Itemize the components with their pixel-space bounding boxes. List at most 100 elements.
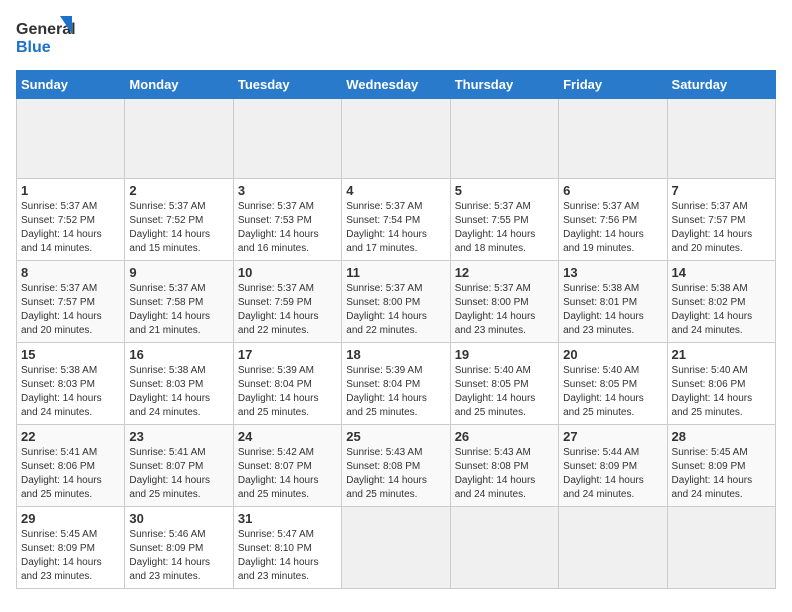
day-info: Sunrise: 5:42 AMSunset: 8:07 PMDaylight:… [238, 446, 337, 502]
calendar-cell: 10Sunrise: 5:37 AMSunset: 7:59 PMDayligh… [233, 261, 341, 343]
calendar-cell: 19Sunrise: 5:40 AMSunset: 8:05 PMDayligh… [450, 343, 558, 425]
day-number: 9 [129, 265, 228, 280]
day-info: Sunrise: 5:37 AMSunset: 7:55 PMDaylight:… [455, 200, 554, 256]
day-number: 5 [455, 183, 554, 198]
day-number: 27 [563, 429, 662, 444]
calendar-cell: 17 Sunrise: 5:39 AMSunset: 8:04 PMDayligh… [233, 343, 341, 425]
week-row-4: 15 Sunrise: 5:38 AMSunset: 8:03 PMDayligh… [17, 343, 776, 425]
day-info: Sunrise: 5:37 AMSunset: 8:00 PMDaylight:… [346, 282, 445, 338]
calendar-cell [559, 99, 667, 179]
day-number: 26 [455, 429, 554, 444]
day-info: Sunrise: 5:37 AMSunset: 7:57 PMDaylight:… [672, 200, 771, 256]
day-info: Sunrise: 5:37 AMSunset: 7:56 PMDaylight:… [563, 200, 662, 256]
day-info: Sunrise: 5:40 AMSunset: 8:05 PMDaylight:… [455, 364, 554, 420]
calendar-cell [233, 99, 341, 179]
day-info: Sunrise: 5:45 AMSunset: 8:09 PMDaylight:… [21, 528, 120, 584]
day-info: Sunrise: 5:43 AMSunset: 8:08 PMDaylight:… [455, 446, 554, 502]
day-info: Sunrise: 5:40 AMSunset: 8:05 PMDaylight:… [563, 364, 662, 420]
logo: GeneralBlue [16, 16, 76, 60]
calendar-cell: 12Sunrise: 5:37 AMSunset: 8:00 PMDayligh… [450, 261, 558, 343]
day-number: 22 [21, 429, 120, 444]
calendar-header: SundayMondayTuesdayWednesdayThursdayFrid… [17, 71, 776, 99]
day-info: Sunrise: 5:38 AMSunset: 8:03 PMDaylight:… [129, 364, 228, 420]
calendar-cell: 7 Sunrise: 5:37 AMSunset: 7:57 PMDaylight… [667, 179, 775, 261]
calendar-cell: 29 Sunrise: 5:45 AMSunset: 8:09 PMDayligh… [17, 507, 125, 589]
logo-svg: GeneralBlue [16, 16, 76, 60]
day-header-monday: Monday [125, 71, 233, 99]
day-number: 6 [563, 183, 662, 198]
day-info: Sunrise: 5:37 AMSunset: 7:59 PMDaylight:… [238, 282, 337, 338]
day-info: Sunrise: 5:40 AMSunset: 8:06 PMDaylight:… [672, 364, 771, 420]
day-info: Sunrise: 5:37 AMSunset: 7:58 PMDaylight:… [129, 282, 228, 338]
day-info: Sunrise: 5:43 AMSunset: 8:08 PMDaylight:… [346, 446, 445, 502]
calendar-cell: 18 Sunrise: 5:39 AMSunset: 8:04 PMDayligh… [342, 343, 450, 425]
calendar-cell: 31 Sunrise: 5:47 AMSunset: 8:10 PMDayligh… [233, 507, 341, 589]
day-number: 15 [21, 347, 120, 362]
day-number: 7 [672, 183, 771, 198]
calendar-cell: 3 Sunrise: 5:37 AMSunset: 7:53 PMDaylight… [233, 179, 341, 261]
day-number: 17 [238, 347, 337, 362]
calendar-cell: 15 Sunrise: 5:38 AMSunset: 8:03 PMDayligh… [17, 343, 125, 425]
calendar-cell [450, 507, 558, 589]
calendar-cell [17, 99, 125, 179]
calendar-cell: 6 Sunrise: 5:37 AMSunset: 7:56 PMDaylight… [559, 179, 667, 261]
calendar-cell: 1 Sunrise: 5:37 AMSunset: 7:52 PMDaylight… [17, 179, 125, 261]
day-number: 1 [21, 183, 120, 198]
calendar-cell: 4 Sunrise: 5:37 AMSunset: 7:54 PMDaylight… [342, 179, 450, 261]
svg-text:Blue: Blue [16, 39, 51, 56]
day-header-thursday: Thursday [450, 71, 558, 99]
day-number: 28 [672, 429, 771, 444]
day-info: Sunrise: 5:39 AMSunset: 8:04 PMDaylight:… [238, 364, 337, 420]
calendar-cell: 2 Sunrise: 5:37 AMSunset: 7:52 PMDaylight… [125, 179, 233, 261]
day-info: Sunrise: 5:37 AMSunset: 7:53 PMDaylight:… [238, 200, 337, 256]
calendar-cell: 26 Sunrise: 5:43 AMSunset: 8:08 PMDayligh… [450, 425, 558, 507]
day-number: 3 [238, 183, 337, 198]
day-info: Sunrise: 5:38 AMSunset: 8:02 PMDaylight:… [672, 282, 771, 338]
day-info: Sunrise: 5:38 AMSunset: 8:03 PMDaylight:… [21, 364, 120, 420]
calendar-cell: 25 Sunrise: 5:43 AMSunset: 8:08 PMDayligh… [342, 425, 450, 507]
day-header-sunday: Sunday [17, 71, 125, 99]
calendar-cell: 30Sunrise: 5:46 AMSunset: 8:09 PMDayligh… [125, 507, 233, 589]
calendar-cell: 21Sunrise: 5:40 AMSunset: 8:06 PMDayligh… [667, 343, 775, 425]
day-info: Sunrise: 5:37 AMSunset: 7:54 PMDaylight:… [346, 200, 445, 256]
day-header-wednesday: Wednesday [342, 71, 450, 99]
week-row-1 [17, 99, 776, 179]
day-number: 18 [346, 347, 445, 362]
day-number: 31 [238, 511, 337, 526]
day-number: 23 [129, 429, 228, 444]
day-info: Sunrise: 5:45 AMSunset: 8:09 PMDaylight:… [672, 446, 771, 502]
calendar-cell [125, 99, 233, 179]
calendar-cell: 5 Sunrise: 5:37 AMSunset: 7:55 PMDaylight… [450, 179, 558, 261]
day-info: Sunrise: 5:41 AMSunset: 8:06 PMDaylight:… [21, 446, 120, 502]
calendar-cell: 23 Sunrise: 5:41 AMSunset: 8:07 PMDayligh… [125, 425, 233, 507]
day-number: 24 [238, 429, 337, 444]
calendar-cell [342, 507, 450, 589]
day-header-friday: Friday [559, 71, 667, 99]
calendar-cell: 20Sunrise: 5:40 AMSunset: 8:05 PMDayligh… [559, 343, 667, 425]
day-number: 13 [563, 265, 662, 280]
day-info: Sunrise: 5:37 AMSunset: 7:52 PMDaylight:… [21, 200, 120, 256]
calendar-cell: 9 Sunrise: 5:37 AMSunset: 7:58 PMDaylight… [125, 261, 233, 343]
days-of-week-row: SundayMondayTuesdayWednesdayThursdayFrid… [17, 71, 776, 99]
day-number: 8 [21, 265, 120, 280]
calendar-cell: 13Sunrise: 5:38 AMSunset: 8:01 PMDayligh… [559, 261, 667, 343]
day-number: 25 [346, 429, 445, 444]
day-header-tuesday: Tuesday [233, 71, 341, 99]
calendar-cell: 16 Sunrise: 5:38 AMSunset: 8:03 PMDayligh… [125, 343, 233, 425]
day-info: Sunrise: 5:39 AMSunset: 8:04 PMDaylight:… [346, 364, 445, 420]
day-number: 2 [129, 183, 228, 198]
calendar-cell: 14Sunrise: 5:38 AMSunset: 8:02 PMDayligh… [667, 261, 775, 343]
calendar-cell: 11Sunrise: 5:37 AMSunset: 8:00 PMDayligh… [342, 261, 450, 343]
day-info: Sunrise: 5:41 AMSunset: 8:07 PMDaylight:… [129, 446, 228, 502]
calendar-table: SundayMondayTuesdayWednesdayThursdayFrid… [16, 70, 776, 589]
calendar-cell [559, 507, 667, 589]
day-header-saturday: Saturday [667, 71, 775, 99]
week-row-6: 29 Sunrise: 5:45 AMSunset: 8:09 PMDayligh… [17, 507, 776, 589]
day-number: 29 [21, 511, 120, 526]
day-number: 4 [346, 183, 445, 198]
calendar-body: 1 Sunrise: 5:37 AMSunset: 7:52 PMDaylight… [17, 99, 776, 589]
day-info: Sunrise: 5:37 AMSunset: 7:52 PMDaylight:… [129, 200, 228, 256]
day-info: Sunrise: 5:44 AMSunset: 8:09 PMDaylight:… [563, 446, 662, 502]
day-info: Sunrise: 5:47 AMSunset: 8:10 PMDaylight:… [238, 528, 337, 584]
day-number: 16 [129, 347, 228, 362]
